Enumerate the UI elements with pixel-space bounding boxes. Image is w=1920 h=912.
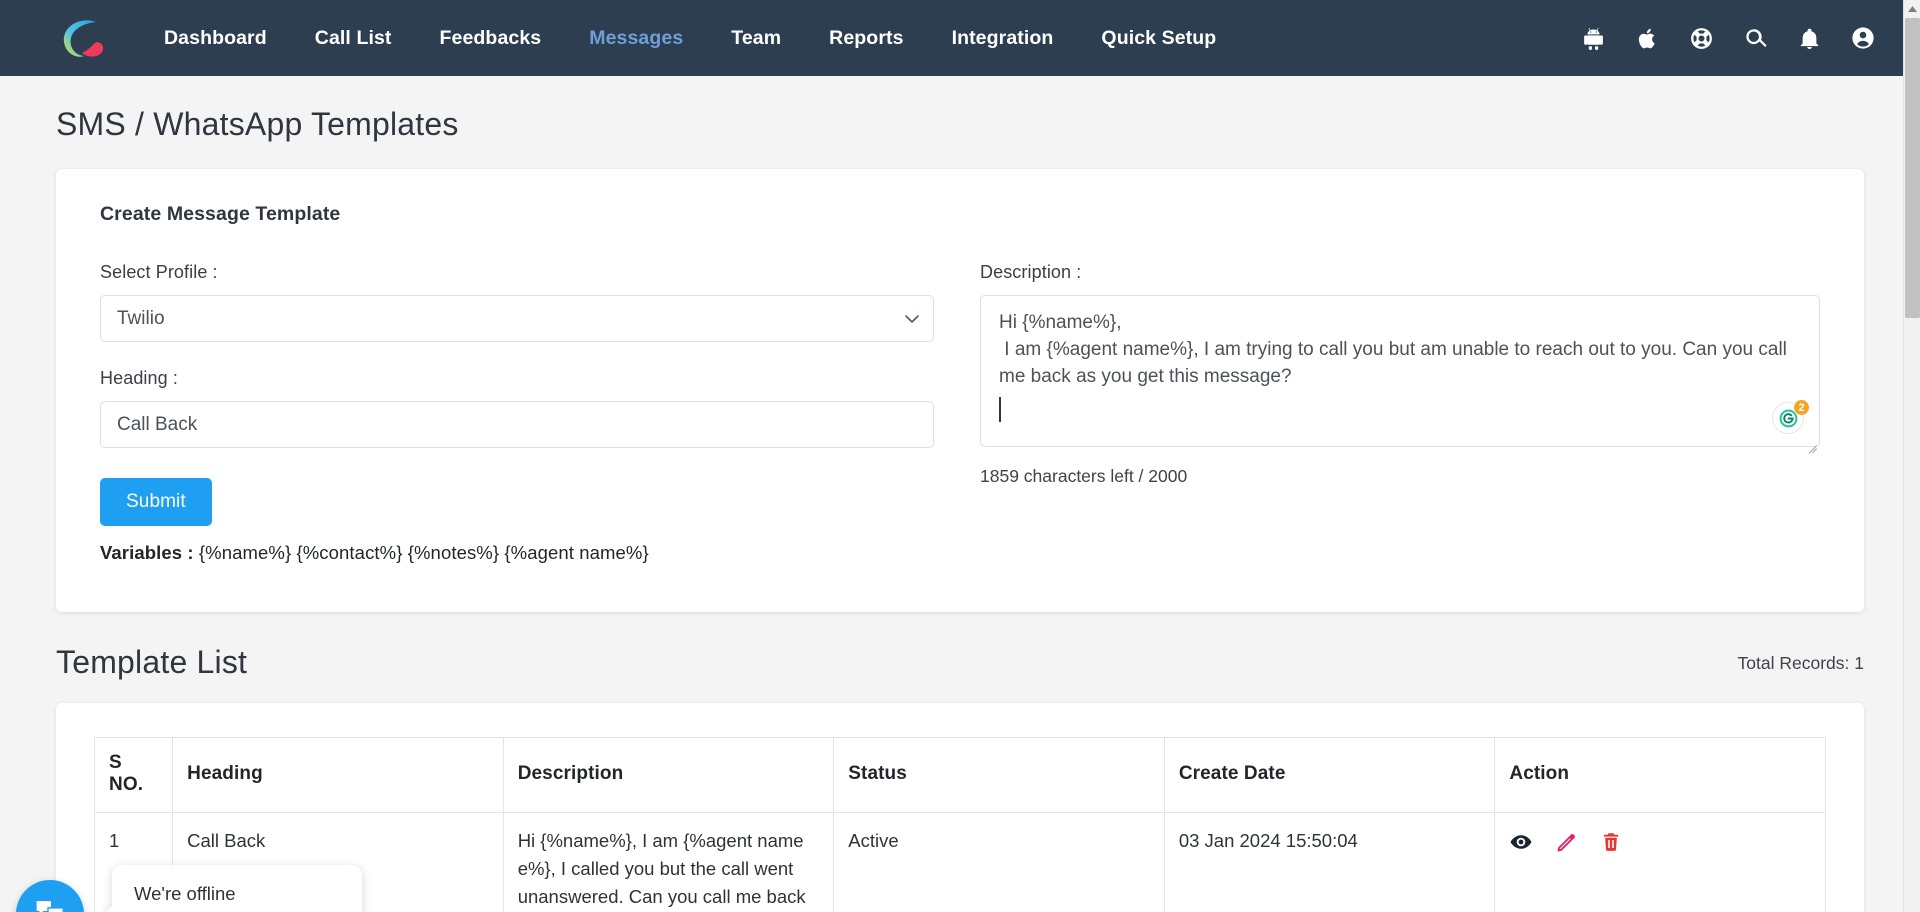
template-list-header: Template List Total Records: 1 [56, 612, 1864, 703]
row-action-group [1509, 827, 1811, 854]
column-header-sno: S NO. [93, 737, 174, 813]
cell-description: Hi {%name%}, I am {%agent name e%}, I ca… [503, 812, 835, 912]
nav-link-quick-setup[interactable]: Quick Setup [1077, 27, 1240, 50]
scrollbar-up-arrow[interactable] [1904, 0, 1920, 17]
nav-link-feedbacks[interactable]: Feedbacks [416, 27, 566, 50]
chat-widget-tooltip[interactable]: We're offline Leave a message [112, 865, 362, 912]
create-template-card-title: Create Message Template [100, 203, 341, 225]
android-icon[interactable] [1580, 25, 1606, 51]
nav-link-call-list[interactable]: Call List [291, 27, 416, 50]
description-wrapper: Hi {%name%}, I am {%agent name%}, I am t… [980, 295, 1820, 452]
column-header-heading: Heading [172, 737, 504, 813]
select-profile-label: Select Profile : [100, 262, 218, 282]
edit-icon[interactable] [1555, 831, 1578, 854]
nav-links: Dashboard Call List Feedbacks Messages T… [140, 27, 1240, 50]
page-title: SMS / WhatsApp Templates [56, 106, 459, 142]
column-header-status: Status [833, 737, 1165, 813]
scrollbar-thumb[interactable] [1905, 18, 1920, 318]
cell-action [1494, 812, 1826, 912]
delete-icon[interactable] [1600, 831, 1622, 853]
apple-icon[interactable] [1634, 25, 1660, 51]
nav-link-team[interactable]: Team [707, 27, 805, 50]
text-cursor [999, 397, 1001, 422]
character-counter: 1859 characters left / 2000 [980, 466, 1188, 486]
navbar-icon-group [1580, 25, 1884, 51]
variables-list: {%name%} {%contact%} {%notes%} {%agent n… [198, 542, 649, 563]
heading-input[interactable] [100, 401, 934, 448]
form-left-column: Select Profile : Twilio Heading : Submit… [100, 262, 960, 564]
grammarly-badge-count: 2 [1793, 399, 1810, 416]
search-icon[interactable] [1742, 25, 1768, 51]
select-profile-wrapper: Twilio [100, 295, 934, 342]
cell-create-date: 03 Jan 2024 15:50:04 [1164, 812, 1496, 912]
page-body: SMS / WhatsApp Templates Create Message … [0, 76, 1920, 912]
variables-hint: Variables : {%name%} {%contact%} {%notes… [100, 542, 934, 564]
nav-link-messages[interactable]: Messages [565, 27, 707, 50]
column-header-description: Description [503, 737, 835, 813]
column-header-create-date: Create Date [1164, 737, 1496, 813]
description-textarea[interactable]: Hi {%name%}, I am {%agent name%}, I am t… [980, 295, 1820, 447]
view-icon[interactable] [1509, 830, 1533, 854]
top-navbar: Dashboard Call List Feedbacks Messages T… [0, 0, 1920, 76]
column-header-action: Action [1494, 737, 1826, 813]
nav-link-reports[interactable]: Reports [805, 27, 927, 50]
create-template-card: Create Message Template Select Profile :… [56, 169, 1864, 612]
submit-button[interactable]: Submit [100, 478, 212, 526]
company-logo[interactable] [56, 12, 108, 64]
bell-notification-icon[interactable] [1796, 25, 1822, 51]
variables-label: Variables : [100, 542, 194, 563]
form-right-column: Description : Hi {%name%}, I am {%agent … [960, 262, 1820, 564]
total-records-count: Total Records: 1 [1737, 653, 1864, 673]
create-template-form: Select Profile : Twilio Heading : Submit… [100, 262, 1820, 564]
lifebuoy-support-icon[interactable] [1688, 25, 1714, 51]
chat-bubbles-icon [33, 895, 67, 912]
heading-label: Heading : [100, 368, 178, 388]
chat-tooltip-title: We're offline [134, 883, 236, 904]
nav-link-integration[interactable]: Integration [928, 27, 1078, 50]
template-list-title: Template List [56, 644, 248, 680]
description-label: Description : [980, 262, 1082, 282]
select-profile-dropdown[interactable]: Twilio [100, 295, 934, 342]
table-header: S NO. Heading Description Status Create … [93, 737, 1826, 813]
grammarly-icon[interactable]: 2 [1772, 399, 1810, 436]
nav-link-dashboard[interactable]: Dashboard [140, 27, 291, 50]
page-scrollbar[interactable] [1903, 0, 1920, 912]
user-account-icon[interactable] [1850, 25, 1876, 51]
cell-status: Active [833, 812, 1165, 912]
table-header-row: S NO. Heading Description Status Create … [93, 737, 1826, 813]
